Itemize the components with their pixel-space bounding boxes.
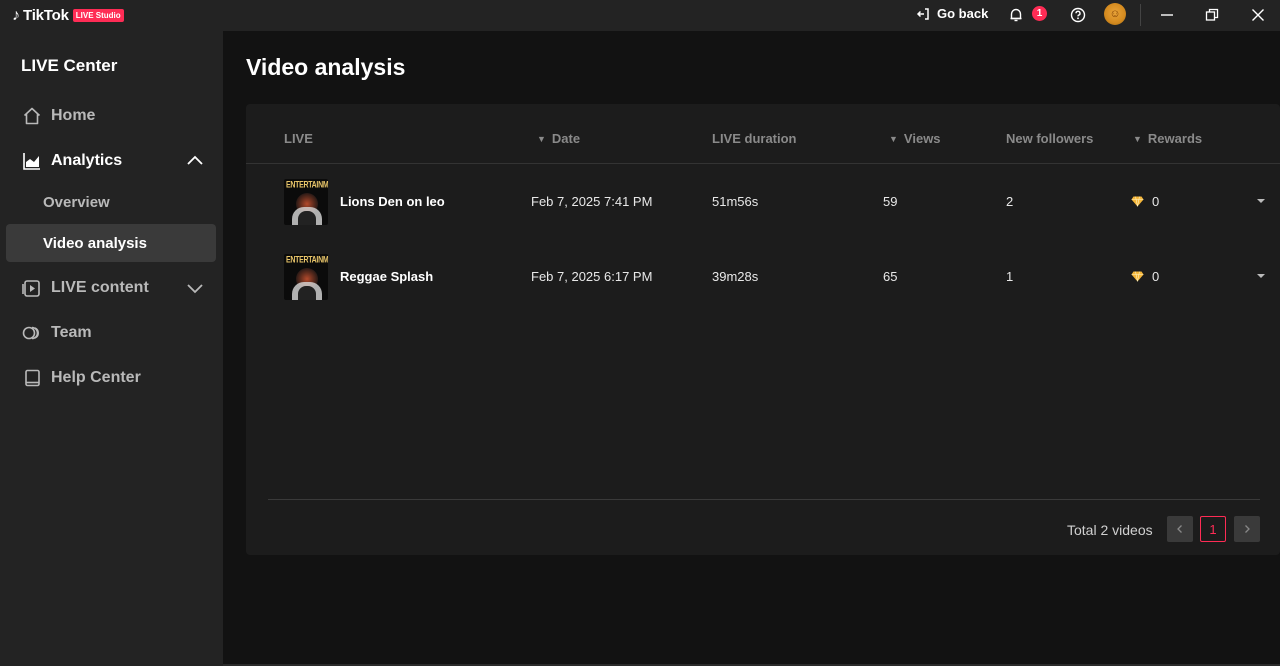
live-title: Lions Den on leo xyxy=(340,194,445,209)
team-icon xyxy=(21,322,43,344)
bell-icon xyxy=(1010,8,1022,22)
help-icon xyxy=(1070,7,1086,23)
sidebar-item-video-analysis[interactable]: Video analysis xyxy=(6,224,216,262)
home-icon xyxy=(21,105,43,127)
live-thumbnail: ENTERTAINMENT xyxy=(284,179,328,225)
expand-row-icon[interactable] xyxy=(1256,272,1266,280)
sidebar-item-home[interactable]: Home xyxy=(6,97,216,135)
next-page-button[interactable] xyxy=(1234,516,1260,542)
prev-page-button[interactable] xyxy=(1167,516,1193,542)
go-back-button[interactable]: Go back xyxy=(916,6,988,21)
sidebar-item-label: Video analysis xyxy=(43,234,147,252)
restore-icon xyxy=(1205,8,1219,21)
user-avatar[interactable]: ☺ xyxy=(1104,3,1126,25)
live-thumbnail: ENTERTAINMENT xyxy=(284,254,328,300)
close-icon xyxy=(1252,9,1264,21)
table-row[interactable]: ENTERTAINMENT Reggae Splash Feb 7, 2025 … xyxy=(246,239,1280,314)
go-back-icon xyxy=(916,7,929,20)
column-duration: LIVE duration xyxy=(712,131,797,146)
chevron-down-icon xyxy=(187,284,203,294)
rewards-value: 0 xyxy=(1152,269,1160,284)
views-count: 65 xyxy=(883,269,898,284)
video-table-card: LIVE ▼ Date LIVE duration ▼ Views New foll… xyxy=(246,104,1280,555)
thumbnail-text: ENTERTAINMENT xyxy=(286,180,328,191)
live-date: Feb 7, 2025 6:17 PM xyxy=(531,269,653,284)
live-duration: 51m56s xyxy=(712,194,759,209)
diamond-icon xyxy=(1131,271,1144,282)
rewards-cell: 0 xyxy=(1131,194,1159,209)
restore-button[interactable] xyxy=(1202,5,1222,25)
page-number-button[interactable]: 1 xyxy=(1200,516,1226,542)
app-logo: ♪ TikTok LIVE Studio xyxy=(12,0,124,31)
live-content-icon xyxy=(21,277,43,299)
go-back-label: Go back xyxy=(937,6,989,21)
notification-badge: 1 xyxy=(1032,6,1047,21)
book-icon xyxy=(21,367,43,389)
help-button[interactable] xyxy=(1068,5,1088,25)
new-followers-count: 1 xyxy=(1006,269,1014,284)
table-footer-divider xyxy=(268,499,1260,500)
column-date[interactable]: ▼ Date xyxy=(537,131,580,146)
table-header: LIVE ▼ Date LIVE duration ▼ Views New foll… xyxy=(246,104,1280,164)
sort-icon: ▼ xyxy=(537,133,546,144)
table-row[interactable]: ENTERTAINMENT Lions Den on leo Feb 7, 20… xyxy=(246,164,1280,239)
sidebar-item-live-content[interactable]: LIVE content xyxy=(6,269,216,307)
new-followers-count: 2 xyxy=(1006,194,1014,209)
sidebar-item-team[interactable]: Team xyxy=(6,314,216,352)
column-new-followers: New followers xyxy=(1006,131,1094,146)
live-duration: 39m28s xyxy=(712,269,759,284)
sidebar-item-label: Home xyxy=(51,107,96,124)
sidebar-title: LIVE Center xyxy=(21,56,118,75)
sidebar-item-label: Team xyxy=(51,324,92,341)
sidebar-item-label: Help Center xyxy=(51,369,141,386)
diamond-icon xyxy=(1131,196,1144,207)
page-title: Video analysis xyxy=(246,54,406,80)
chevron-up-icon xyxy=(187,155,203,165)
sort-icon: ▼ xyxy=(889,133,898,144)
sidebar: LIVE Center Home Analytics Overview Vide… xyxy=(0,31,223,666)
column-live: LIVE xyxy=(284,131,313,146)
thumbnail-text: ENTERTAINMENT xyxy=(286,255,328,266)
sort-icon: ▼ xyxy=(1133,133,1142,144)
sidebar-item-label: LIVE content xyxy=(51,279,149,296)
close-button[interactable] xyxy=(1248,5,1268,25)
column-rewards[interactable]: ▼ Rewards xyxy=(1133,131,1202,146)
chart-icon xyxy=(21,150,43,172)
sidebar-item-help-center[interactable]: Help Center xyxy=(6,359,216,397)
live-date: Feb 7, 2025 7:41 PM xyxy=(531,194,653,209)
sidebar-item-overview[interactable]: Overview xyxy=(6,183,216,221)
app-name: TikTok xyxy=(23,7,69,24)
minimize-icon xyxy=(1161,14,1173,16)
column-views[interactable]: ▼ Views xyxy=(889,131,941,146)
views-count: 59 xyxy=(883,194,898,209)
live-title: Reggae Splash xyxy=(340,269,434,284)
chevron-left-icon xyxy=(1177,525,1182,533)
sidebar-item-analytics[interactable]: Analytics xyxy=(6,142,216,180)
sidebar-item-label: Analytics xyxy=(51,152,123,169)
chevron-right-icon xyxy=(1245,525,1250,533)
rewards-value: 0 xyxy=(1152,194,1160,209)
total-videos: Total 2 videos xyxy=(1067,522,1153,538)
rewards-cell: 0 xyxy=(1131,269,1159,284)
minimize-button[interactable] xyxy=(1157,5,1177,25)
title-bar: ♪ TikTok LIVE Studio xyxy=(0,0,1280,31)
expand-row-icon[interactable] xyxy=(1256,197,1266,205)
live-studio-badge: LIVE Studio xyxy=(72,9,124,22)
notification-button[interactable] xyxy=(1006,5,1026,25)
titlebar-separator xyxy=(1140,4,1141,26)
sidebar-item-label: Overview xyxy=(43,193,110,211)
tiktok-note-icon: ♪ xyxy=(12,6,20,24)
